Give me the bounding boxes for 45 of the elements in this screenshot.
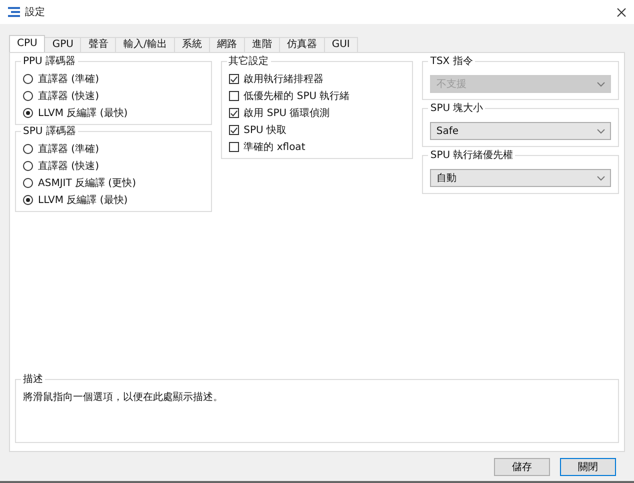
option-label: LLVM 反編譯 (最快) — [38, 106, 128, 120]
dropdown[interactable]: 自動 — [430, 169, 612, 187]
close-icon[interactable] — [617, 8, 626, 16]
radio-button[interactable] — [23, 195, 33, 205]
chevron-icon — [597, 128, 606, 134]
radio-button[interactable] — [23, 178, 33, 188]
chevron-icon — [597, 82, 606, 86]
group-title: SPU 塊大小 — [428, 102, 486, 115]
dialog-button[interactable]: 儲存 — [494, 458, 550, 476]
checkbox[interactable] — [228, 125, 239, 135]
radio-button[interactable] — [23, 91, 33, 101]
checkbox[interactable] — [228, 74, 239, 84]
app-icon — [8, 7, 20, 17]
option-label: 直譯器 (快速) — [38, 160, 99, 173]
checkbox[interactable] — [228, 142, 239, 152]
chevron-icon — [597, 176, 606, 180]
dropdown[interactable]: Safe — [430, 122, 612, 140]
group-title: 其它設定 — [226, 55, 271, 68]
tab[interactable]: CPU — [9, 35, 46, 52]
radio-button[interactable] — [23, 144, 33, 154]
group-title: TSX 指令 — [428, 55, 475, 68]
radio-button[interactable] — [23, 108, 33, 118]
group-title: 描述 — [21, 373, 45, 386]
option-label: LLVM 反編譯 (最快) — [38, 194, 128, 207]
option-label: 準確的 xfloat — [244, 141, 306, 154]
radio-button[interactable] — [23, 74, 33, 84]
group-title: SPU 譯碼器 — [21, 125, 78, 138]
tab[interactable]: GUI — [324, 37, 358, 52]
option-label: 直譯器 (快速) — [38, 90, 99, 103]
checkbox[interactable] — [228, 91, 239, 101]
window-title: 設定 — [25, 6, 46, 19]
option-label: 低優先權的 SPU 執行緒 — [244, 90, 350, 103]
radio-button[interactable] — [23, 161, 33, 171]
group-title: SPU 執行緒優先權 — [428, 149, 516, 162]
option-label: 啟用執行緒排程器 — [244, 72, 324, 86]
option-label: 直譯器 (準確) — [38, 142, 99, 156]
group-title: PPU 譯碼器 — [21, 55, 78, 68]
checkbox[interactable] — [228, 108, 239, 118]
tab[interactable]: 仿真器 — [278, 37, 325, 52]
option-label: 啟用 SPU 循環偵測 — [244, 106, 330, 120]
description-text: 將滑鼠指向一個選項，以便在此處顯示描述。 — [23, 390, 224, 404]
dialog-button[interactable]: 關閉 — [560, 458, 616, 476]
option-label: ASMJIT 反編譯 (更快) — [38, 176, 136, 190]
option-label: 直譯器 (準確) — [38, 72, 99, 86]
option-label: SPU 快取 — [244, 124, 287, 137]
